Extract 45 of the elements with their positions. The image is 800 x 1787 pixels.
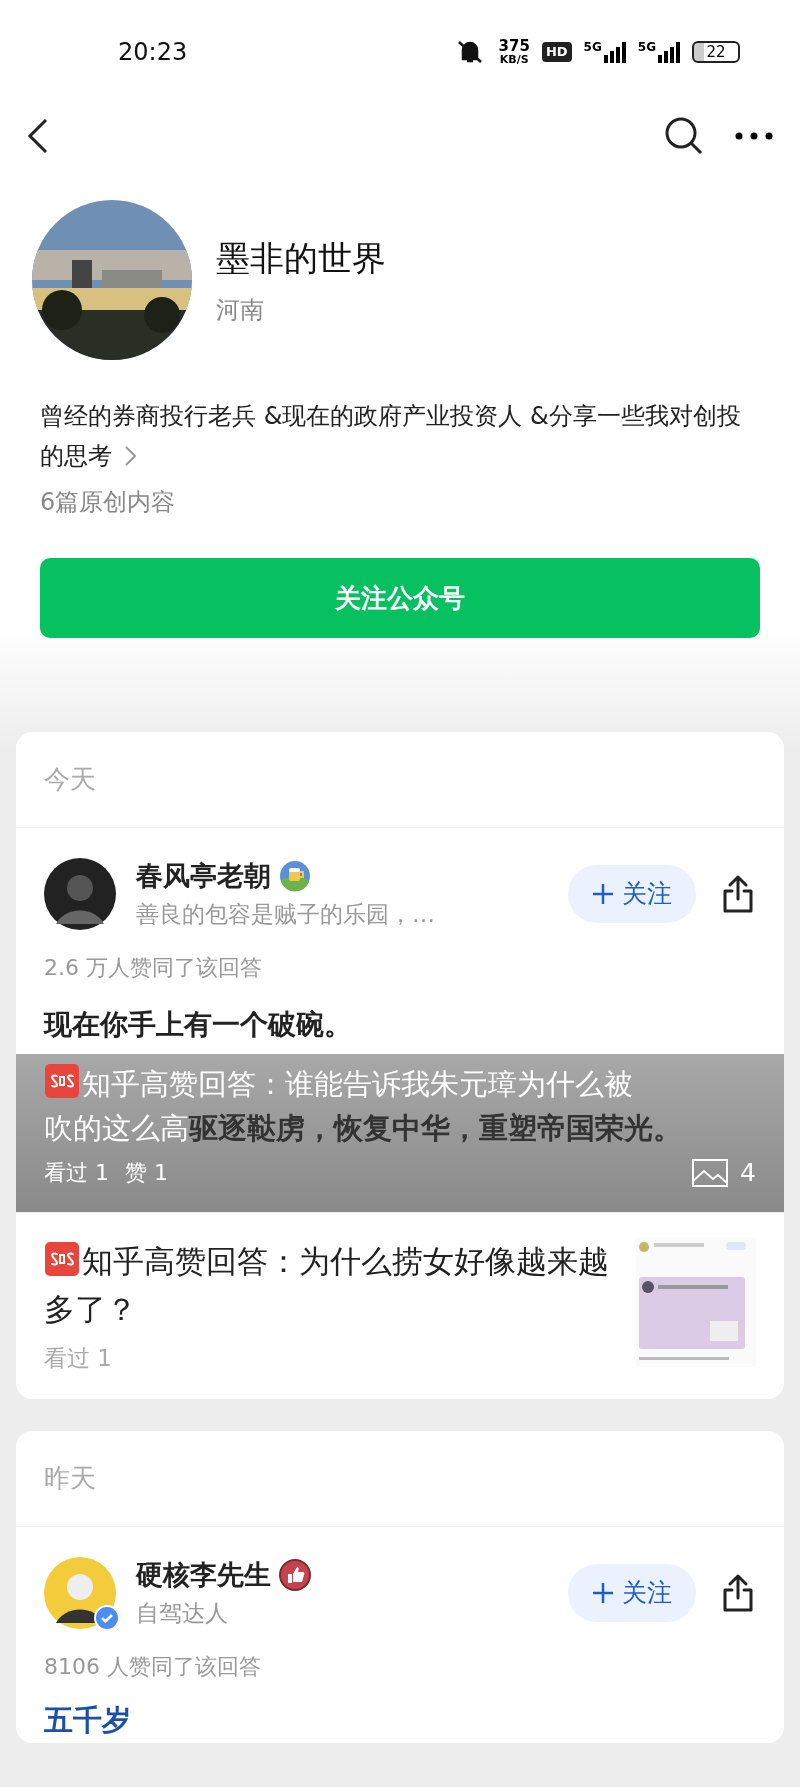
- avatar[interactable]: [44, 857, 116, 930]
- article-title[interactable]: 知乎高赞回答：为什么捞女好像越来越多了？: [44, 1236, 612, 1333]
- like-count: 赞 1: [125, 1159, 168, 1188]
- image-count: 4: [740, 1157, 756, 1189]
- author-name[interactable]: 硬核李先生: [136, 1555, 271, 1596]
- sos-icon: [44, 1063, 80, 1099]
- account-bio[interactable]: 曾经的券商投行老兵 &现在的政府产业投资人 &分享一些我对创投的思考: [40, 396, 760, 476]
- image-icon: [692, 1158, 729, 1187]
- verified-icon: [94, 1604, 120, 1631]
- search-icon[interactable]: [664, 116, 704, 156]
- view-count: 看过 1: [44, 1159, 109, 1188]
- avatar[interactable]: [44, 1556, 116, 1629]
- thumbs-up-badge-icon: [279, 1559, 311, 1592]
- more-icon[interactable]: [734, 131, 774, 141]
- plus-icon: [592, 1581, 614, 1604]
- chevron-right-icon: [124, 445, 138, 467]
- network-type: 5G: [583, 41, 602, 53]
- back-icon[interactable]: [26, 118, 50, 154]
- answer-excerpt[interactable]: 吹的这么高驱逐鞑虏，恢复中华，重塑帝国荣光。: [44, 1106, 756, 1150]
- network-type: 5G: [637, 41, 656, 53]
- follow-button[interactable]: 关注: [568, 864, 696, 923]
- answer-headline[interactable]: 五千岁: [16, 1699, 784, 1743]
- view-count: 看过 1: [44, 1343, 113, 1373]
- upvote-count: 8106 人赞同了该回答: [43, 1653, 262, 1681]
- author-description: 自驾达人: [136, 1598, 229, 1628]
- plus-icon: [592, 882, 614, 905]
- location: 河南: [216, 294, 265, 326]
- mug-badge-icon: [279, 860, 311, 893]
- author-name[interactable]: 春风亭老朝: [136, 856, 271, 897]
- clock: 20:23: [118, 37, 188, 68]
- signal-icon: [658, 41, 680, 63]
- speed-unit: KB/S: [499, 54, 529, 65]
- signal-icon: [603, 41, 626, 63]
- date-label: 今天: [16, 732, 784, 828]
- upvote-count: 2.6 万人赞同了该回答: [43, 954, 263, 982]
- battery: 22: [692, 41, 740, 63]
- account-name: 墨非的世界: [216, 236, 386, 280]
- follow-button[interactable]: 关注: [568, 1563, 696, 1622]
- answer-headline[interactable]: 现在你手上有一个破碗。: [16, 1004, 784, 1046]
- hd-badge: HD: [541, 42, 572, 62]
- date-label: 昨天: [16, 1431, 784, 1527]
- author-description: 善良的包容是贼子的乐园，…: [136, 899, 436, 929]
- sos-icon: [44, 1240, 80, 1277]
- article-count: 6篇原创内容: [40, 487, 177, 518]
- network-speed: 375: [498, 39, 530, 54]
